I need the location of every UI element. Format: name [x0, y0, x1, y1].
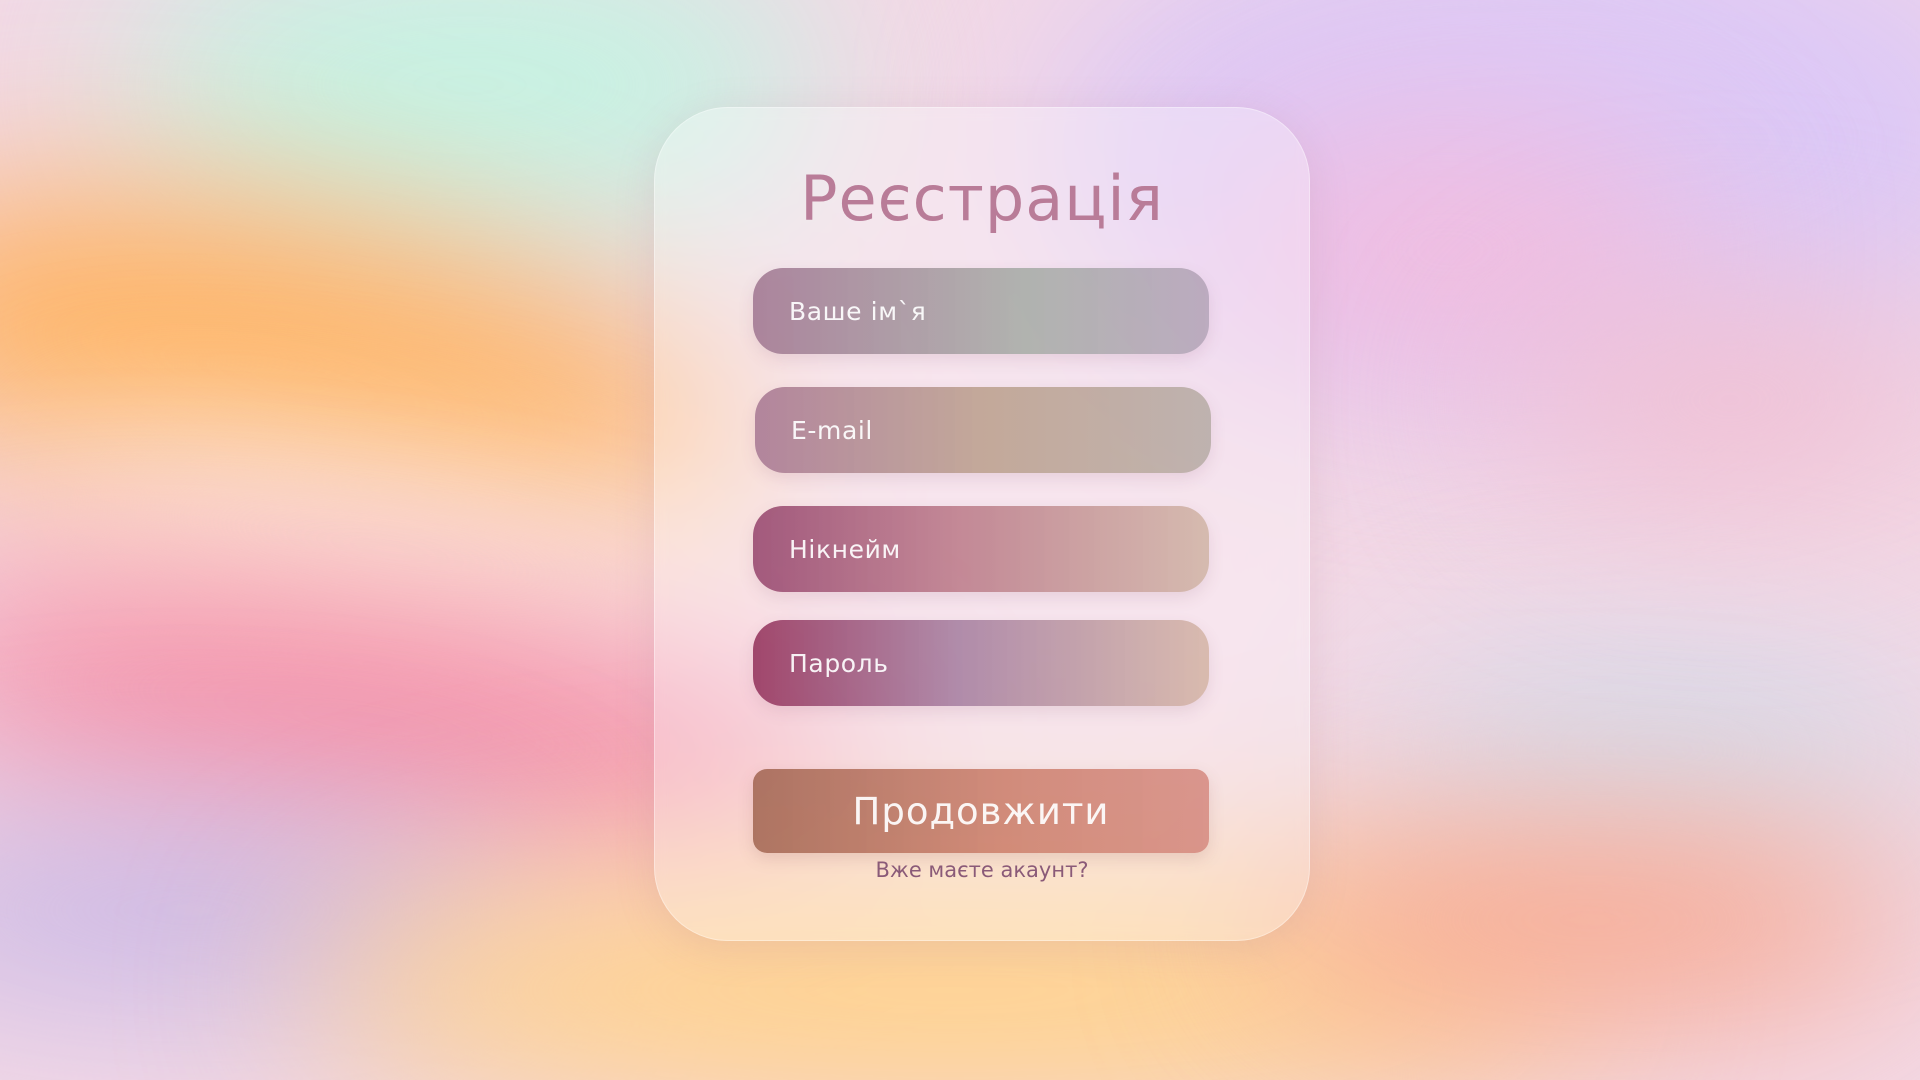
- bg-blob-light-pink: [1500, 300, 1920, 500]
- continue-button[interactable]: Продовжити: [753, 769, 1209, 853]
- bg-blob-salmon: [1260, 820, 1920, 1020]
- password-input[interactable]: Пароль: [753, 620, 1209, 706]
- bg-blob-blue: [1380, 660, 1920, 840]
- nickname-input[interactable]: Нікнейм: [753, 506, 1209, 592]
- password-input-placeholder: Пароль: [789, 648, 889, 678]
- registration-card: Реєстрація Ваше ім`я E-mail Нікнейм Паро…: [654, 107, 1310, 941]
- nickname-input-placeholder: Нікнейм: [789, 534, 901, 564]
- name-input[interactable]: Ваше ім`я: [753, 268, 1209, 354]
- continue-button-label: Продовжити: [852, 789, 1110, 833]
- login-link[interactable]: Вже маєте акаунт?: [654, 858, 1310, 882]
- name-input-placeholder: Ваше ім`я: [789, 296, 927, 326]
- page-title: Реєстрація: [800, 162, 1164, 235]
- email-input-placeholder: E-mail: [791, 415, 873, 445]
- email-input[interactable]: E-mail: [755, 387, 1211, 473]
